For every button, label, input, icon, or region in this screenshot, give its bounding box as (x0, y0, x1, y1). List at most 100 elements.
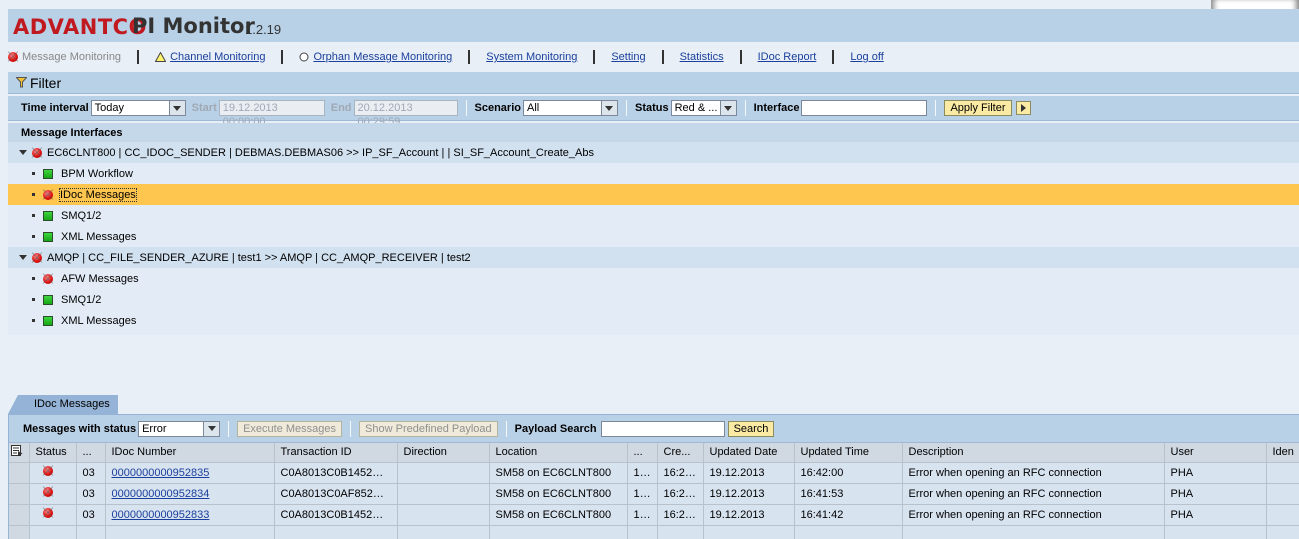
transaction-id-cell: C0A8013C0B1452B… (274, 504, 398, 526)
nav-link[interactable]: IDoc Report (758, 51, 817, 63)
detail-panel: Messages with status Error Execute Messa… (8, 414, 1299, 539)
time-interval-value: Today (94, 102, 125, 114)
payload-search-input[interactable] (600, 420, 725, 437)
nav-channel-monitoring[interactable]: Channel Monitoring (155, 51, 265, 63)
idoc-messages-table: Status ... IDoc Number Transaction ID Di… (9, 443, 1299, 539)
status-select[interactable]: Red & ... (670, 100, 737, 116)
nav-idoc-report[interactable]: IDoc Report (758, 51, 817, 63)
tree-group[interactable]: EC6CLNT800 | CC_IDOC_SENDER | DEBMAS.DEB… (8, 142, 1299, 163)
chevron-down-icon[interactable] (719, 101, 736, 115)
transaction-id-cell: C0A8013C0B1452B… (274, 462, 398, 484)
column-header-code[interactable]: ... (76, 443, 106, 463)
tree-group-label: EC6CLNT800 | CC_IDOC_SENDER | DEBMAS.DEB… (47, 146, 594, 159)
idoc-number-link[interactable]: 0000000000952834 (112, 488, 210, 500)
expand-triangle-icon[interactable] (19, 255, 27, 260)
idoc-number-cell: 0000000000952834 (105, 483, 275, 505)
message-interfaces-header: Message Interfaces (8, 123, 1299, 142)
code-cell: 03 (76, 483, 106, 505)
expand-filter-arrow-button[interactable] (1015, 101, 1031, 115)
show-predefined-payload-button[interactable]: Show Predefined Payload (359, 420, 498, 437)
empty-cell (627, 525, 658, 539)
tree-item-xml-messages[interactable]: XML Messages (8, 226, 1299, 247)
filter-toolbar: Time interval Today Start 19.12.2013 00:… (8, 96, 1299, 128)
column-header-created-date[interactable]: ... (627, 443, 658, 463)
time-interval-select[interactable]: Today (90, 100, 186, 116)
row-selector[interactable] (9, 462, 30, 484)
created-date-cell: 1… (627, 462, 658, 484)
created-date-cell: 1… (627, 504, 658, 526)
empty-cell (703, 525, 795, 539)
nav-log-off[interactable]: Log off (850, 51, 883, 63)
nav-orphan-monitoring[interactable]: Orphan Message Monitoring (299, 51, 452, 63)
column-header-description[interactable]: Description (902, 443, 1165, 463)
red-led-icon (42, 487, 53, 497)
search-button[interactable]: Search (727, 420, 775, 437)
time-interval-label: Time interval (21, 102, 89, 114)
column-header-updated-time[interactable]: Updated Time (794, 443, 903, 463)
toolbar-separator (228, 420, 230, 437)
column-header-user[interactable]: User (1164, 443, 1267, 463)
column-header-location[interactable]: Location (489, 443, 628, 463)
tree-item-afw-messages[interactable]: AFW Messages (8, 268, 1299, 289)
column-header-created-time[interactable]: Cre... (657, 443, 704, 463)
table-row[interactable]: 03 0000000000952833 C0A8013C0B1452B… SM5… (9, 504, 1299, 526)
tree-item-bpm-workflow[interactable]: BPM Workflow (8, 163, 1299, 184)
interface-input[interactable] (801, 100, 928, 116)
nav-system-monitoring[interactable]: System Monitoring (486, 51, 577, 63)
red-led-icon (32, 252, 42, 263)
nav-link[interactable]: Setting (611, 51, 645, 63)
expand-triangle-icon[interactable] (19, 150, 27, 155)
end-date-field[interactable]: 20.12.2013 00:29:59 (353, 100, 458, 128)
tree-group[interactable]: AMQP | CC_FILE_SENDER_AZURE | test1 >> A… (8, 247, 1299, 268)
nav-link[interactable]: Channel Monitoring (170, 51, 265, 63)
row-selector[interactable] (9, 483, 30, 505)
empty-cell (29, 525, 77, 539)
scenario-select[interactable]: All (522, 100, 618, 116)
app-title: PI Monitor (132, 14, 255, 38)
column-header-transaction-id[interactable]: Transaction ID (274, 443, 398, 463)
column-settings-icon[interactable] (9, 443, 30, 463)
column-header-identifier[interactable]: Iden (1266, 443, 1299, 463)
location-cell: SM58 on EC6CLNT800 (489, 483, 628, 505)
nav-statistics[interactable]: Statistics (680, 51, 724, 63)
nav-setting[interactable]: Setting (611, 51, 645, 63)
messages-status-label: Messages with status (23, 422, 137, 435)
nav-link[interactable]: Log off (850, 51, 883, 63)
table-row[interactable]: 03 0000000000952835 C0A8013C0B1452B… SM5… (9, 462, 1299, 484)
execute-messages-button[interactable]: Execute Messages (237, 420, 343, 437)
row-selector[interactable] (9, 504, 30, 526)
description-cell: Error when opening an RFC connection (902, 483, 1165, 505)
nav-link[interactable]: Statistics (680, 51, 724, 63)
nav-link[interactable]: Orphan Message Monitoring (313, 51, 452, 63)
tree-item-xml-messages[interactable]: XML Messages (8, 310, 1299, 331)
bullet-icon (32, 298, 35, 301)
column-header-status[interactable]: Status (29, 443, 77, 463)
toolbar-separator (350, 420, 352, 437)
chevron-down-icon[interactable] (600, 101, 617, 115)
updated-time-cell: 16:41:42 (794, 504, 903, 526)
message-status-select[interactable]: Error (138, 420, 221, 437)
bullet-icon (32, 214, 35, 217)
nav-link[interactable]: System Monitoring (486, 51, 577, 63)
apply-filter-button[interactable]: Apply Filter (944, 100, 1012, 116)
start-date-field[interactable]: 19.12.2013 00:00:00 (218, 100, 325, 128)
idoc-number-link[interactable]: 0000000000952833 (112, 509, 210, 521)
tree-item-smq[interactable]: SMQ1/2 (8, 289, 1299, 310)
red-led-icon (42, 466, 53, 476)
scenario-label: Scenario (474, 102, 521, 114)
column-header-direction[interactable]: Direction (397, 443, 490, 463)
chevron-down-icon[interactable] (203, 421, 220, 436)
column-header-updated-date[interactable]: Updated Date (703, 443, 795, 463)
filter-panel-header[interactable]: Filter (8, 72, 1299, 94)
empty-cell (794, 525, 903, 539)
chevron-down-icon[interactable] (168, 101, 185, 115)
column-header-idoc-number[interactable]: IDoc Number (105, 443, 275, 463)
tree-item-smq[interactable]: SMQ1/2 (8, 205, 1299, 226)
nav-message-monitoring[interactable]: Message Monitoring (8, 51, 121, 63)
idoc-number-link[interactable]: 0000000000952835 (112, 467, 210, 479)
bullet-icon (32, 277, 35, 280)
tree-group-label: AMQP | CC_FILE_SENDER_AZURE | test1 >> A… (47, 251, 471, 264)
empty-cell (489, 525, 628, 539)
table-row[interactable]: 03 0000000000952834 C0A8013C0AF852B… SM5… (9, 483, 1299, 505)
tree-item-idoc-messages[interactable]: IDoc Messages (8, 184, 1299, 205)
